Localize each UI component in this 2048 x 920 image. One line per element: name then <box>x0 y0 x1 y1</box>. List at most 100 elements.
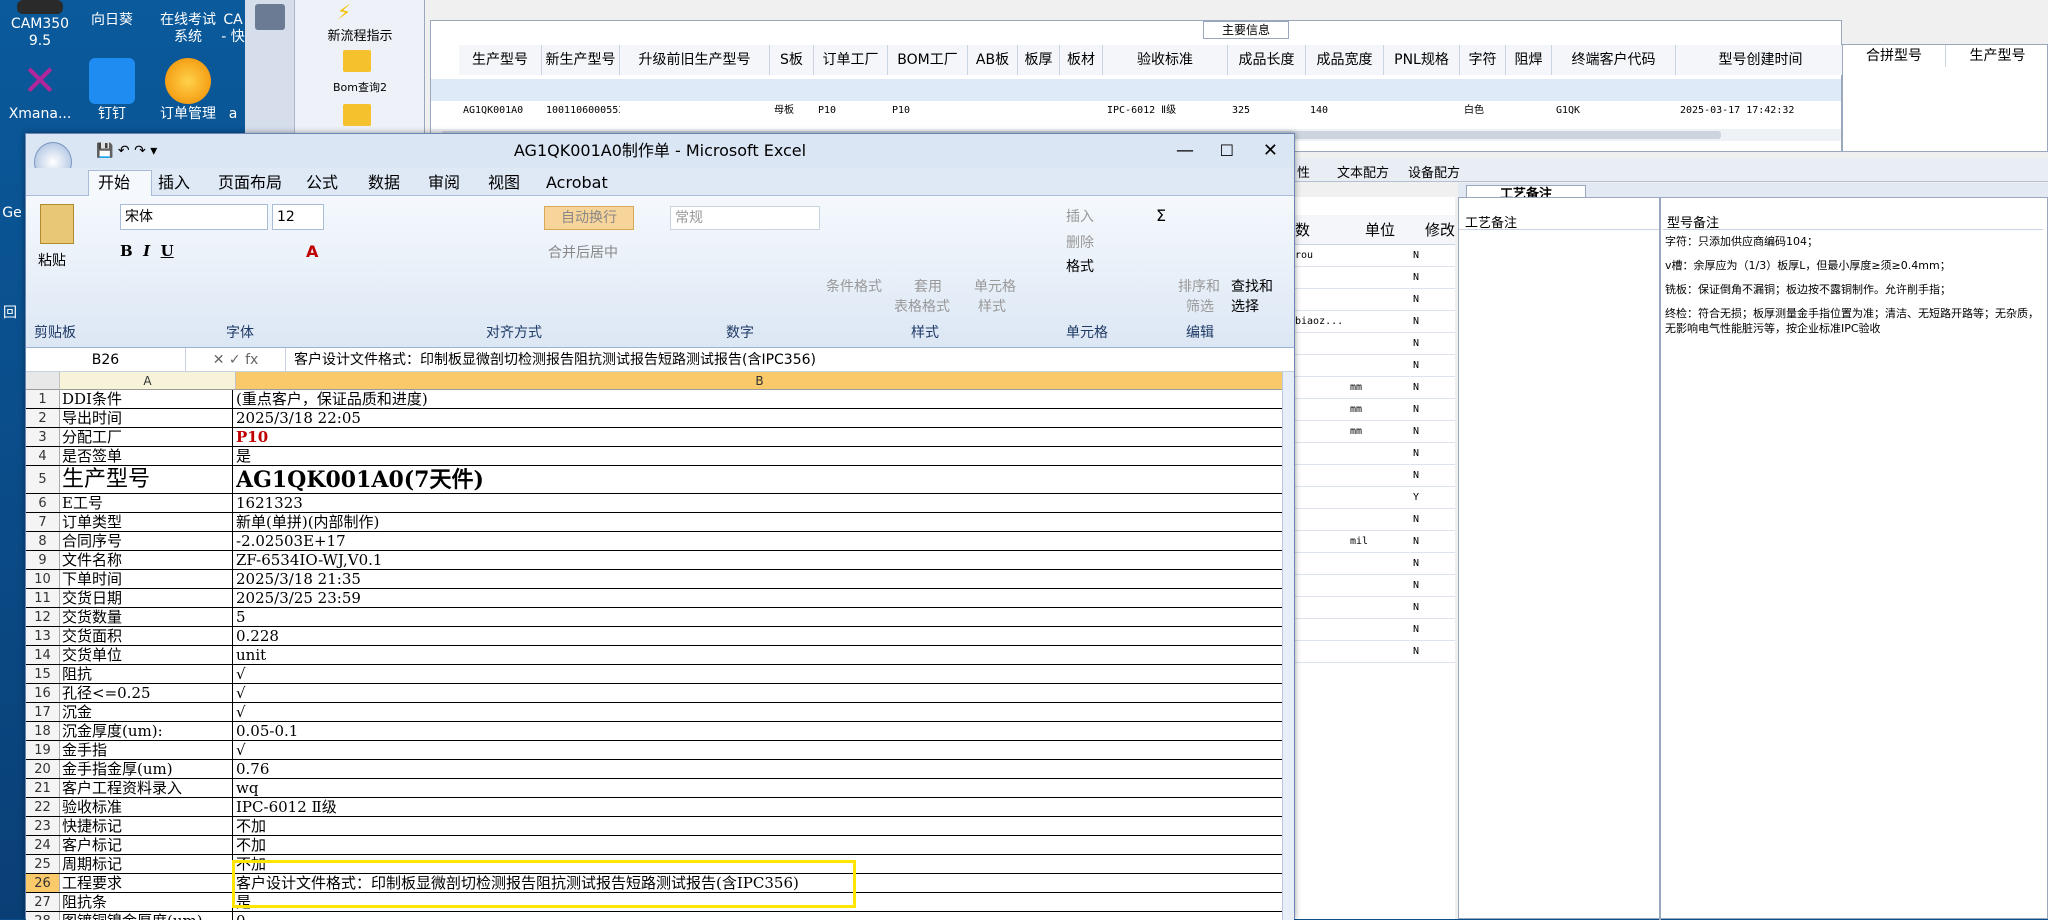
table-row[interactable]: N <box>1295 509 1455 531</box>
table-cell[interactable]: 140 <box>1306 101 1384 121</box>
cell-a[interactable]: 快捷标记 <box>62 817 233 835</box>
row-number[interactable]: 8 <box>26 532 60 550</box>
table-row[interactable]: N <box>1295 333 1455 355</box>
sheet-row[interactable]: 18 沉金厚度(um): 0.05-0.1 <box>26 722 1284 741</box>
table-cell[interactable] <box>1384 101 1460 121</box>
minimize-icon[interactable]: — <box>1176 134 1194 168</box>
col-header[interactable]: BOM工厂 <box>888 45 968 75</box>
table-cell[interactable]: IPC-6012 Ⅱ级 <box>1103 101 1228 121</box>
table-cell[interactable]: P10 <box>814 101 888 121</box>
desktop-icon-xmanager[interactable]: ✕ Xmana... <box>0 58 80 123</box>
model-note-text[interactable]: 字符：只添加供应商编码104； v槽：余厚应为（1/3）板厚L，但最小厚度≥须≥… <box>1665 234 2043 336</box>
cell-b[interactable]: 不加 <box>236 855 1281 874</box>
col-header[interactable]: 生产型号 <box>459 45 542 75</box>
cell-b[interactable]: AG1QK001A0(7天件) <box>236 466 1281 494</box>
desktop-icon-sunlogin[interactable]: 向日葵 <box>72 12 152 29</box>
maximize-icon[interactable]: ☐ <box>1220 134 1234 168</box>
cell-b[interactable]: 客户设计文件格式：印制板显微剖切检测报告阻抗测试报告短路测试报告(含IPC356… <box>236 874 1281 893</box>
cell-b[interactable]: 新单(单拼)(内部制作) <box>236 513 1281 532</box>
splitter[interactable] <box>1659 198 1661 920</box>
col-header[interactable]: 型号创建时间 <box>1676 45 1846 75</box>
paste-icon[interactable] <box>40 204 74 244</box>
sheet-row[interactable]: 21 客户工程资料录入 wq <box>26 779 1284 798</box>
cell-a[interactable]: 沉金厚度(um): <box>62 722 233 740</box>
col-header[interactable]: 成品宽度 <box>1306 45 1384 75</box>
cell-b[interactable]: unit <box>236 646 1281 665</box>
cell-style-button[interactable]: 单元格 <box>974 276 1016 296</box>
tab-properties[interactable]: 性 <box>1297 162 1310 181</box>
cell-b[interactable]: 0.05-0.1 <box>236 722 1281 741</box>
row-number[interactable]: 5 <box>26 466 60 493</box>
insert-cells-button[interactable]: 插入 <box>1066 206 1094 226</box>
table-row[interactable]: biaoz... N <box>1295 311 1455 333</box>
paste-button[interactable]: 粘贴 <box>38 250 66 270</box>
row-number[interactable]: 15 <box>26 665 60 683</box>
wrap-text-button[interactable]: 自动换行 <box>544 206 634 230</box>
cell-a[interactable]: 分配工厂 <box>62 428 233 446</box>
cell-b[interactable]: 0.76 <box>236 760 1281 779</box>
row-number[interactable]: 22 <box>26 798 60 816</box>
tool-icon[interactable] <box>254 4 285 30</box>
row-number[interactable]: 25 <box>26 855 60 873</box>
format-cells-button[interactable]: 格式 <box>1066 256 1094 276</box>
row-number[interactable]: 24 <box>26 836 60 854</box>
col-header[interactable]: 板材 <box>1060 45 1103 75</box>
row-number[interactable]: 10 <box>26 570 60 588</box>
col-header[interactable]: PNL规格 <box>1384 45 1460 75</box>
table-row[interactable]: N <box>1295 465 1455 487</box>
table-cell[interactable]: G1QK <box>1552 101 1676 121</box>
row-number[interactable]: 2 <box>26 409 60 427</box>
cell-b[interactable]: wq <box>236 779 1281 798</box>
cell-b[interactable]: 是 <box>236 893 1281 912</box>
row-number[interactable]: 12 <box>26 608 60 626</box>
cell-a[interactable]: DDI条件 <box>62 390 233 408</box>
sheet-row[interactable]: 14 交货单位 unit <box>26 646 1284 665</box>
table-row[interactable] <box>431 79 1841 101</box>
cell-a[interactable]: 文件名称 <box>62 551 233 569</box>
sheet-row[interactable]: 6 E工号 1621323 <box>26 494 1284 513</box>
cell-b[interactable]: 是 <box>236 447 1281 466</box>
tab-data[interactable]: 数据 <box>368 172 400 194</box>
quick-access-icons[interactable]: 💾 ↶ ↷ ▾ <box>96 134 157 168</box>
row-number[interactable]: 18 <box>26 722 60 740</box>
cell-a[interactable]: E工号 <box>62 494 233 512</box>
cell-a[interactable]: 金手指 <box>62 741 233 759</box>
table-cell[interactable]: 325 <box>1228 101 1306 121</box>
table-cell[interactable]: 母板 <box>770 101 814 121</box>
col-header[interactable]: 合拼型号 <box>1843 45 1946 67</box>
font-size-select[interactable]: 12 <box>272 204 324 230</box>
row-number[interactable]: 13 <box>26 627 60 645</box>
cell-b[interactable]: P10 <box>236 428 1281 447</box>
cell-b[interactable]: 1621323 <box>236 494 1281 513</box>
table-row[interactable]: N <box>1295 267 1455 289</box>
tab-review[interactable]: 审阅 <box>428 172 460 194</box>
cell-b[interactable]: 不加 <box>236 836 1281 855</box>
col-header[interactable]: 单位 <box>1350 215 1410 245</box>
sheet-row[interactable]: 23 快捷标记 不加 <box>26 817 1284 836</box>
row-number[interactable]: 20 <box>26 760 60 778</box>
desktop-icon-order[interactable]: 订单管理 <box>148 58 228 123</box>
col-header[interactable]: 订单工厂 <box>814 45 888 75</box>
table-row[interactable]: mm N <box>1295 377 1455 399</box>
tab-formulas[interactable]: 公式 <box>306 172 338 194</box>
table-row[interactable]: N <box>1295 553 1455 575</box>
cell-b[interactable]: 2025/3/25 23:59 <box>236 589 1281 608</box>
sheet-row[interactable]: 4 是否签单是 <box>26 447 1284 466</box>
desktop-icon-ge[interactable]: Ge <box>0 205 24 222</box>
cell-b[interactable]: 2025/3/18 22:05 <box>236 409 1281 428</box>
name-box[interactable]: B26 <box>26 348 186 372</box>
cell-a[interactable]: 客户工程资料录入 <box>62 779 233 797</box>
font-name-select[interactable]: 宋体 <box>120 204 268 230</box>
col-header[interactable]: 数 <box>1295 215 1350 245</box>
cell-a[interactable]: 下单时间 <box>62 570 233 588</box>
sheet-row[interactable]: 5 生产型号 AG1QK001A0(7天件) <box>26 466 1284 494</box>
desktop-icon-exam[interactable]: 在线考试 系统 <box>148 12 228 46</box>
col-header[interactable]: 修改 <box>1425 215 1455 245</box>
cell-b[interactable]: 2025/3/18 21:35 <box>236 570 1281 589</box>
row-number[interactable]: 21 <box>26 779 60 797</box>
col-header[interactable]: 字符 <box>1460 45 1506 75</box>
cell-a[interactable]: 客户标记 <box>62 836 233 854</box>
vertical-scrollbar[interactable] <box>1282 372 1294 920</box>
cell-a[interactable]: 周期标记 <box>62 855 233 873</box>
sum-icon[interactable]: Σ <box>1156 206 1166 225</box>
